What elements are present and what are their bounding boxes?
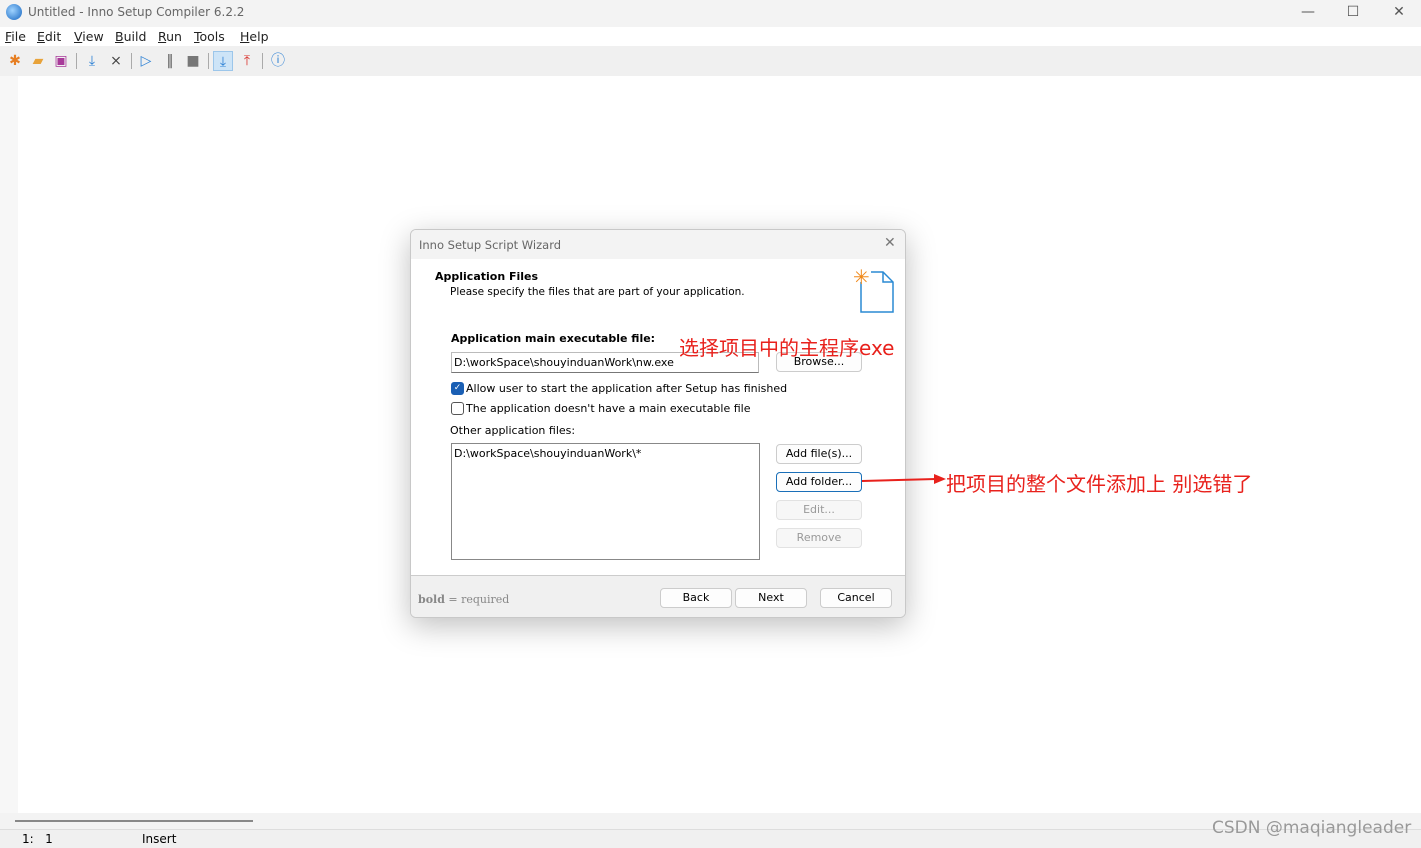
save-icon[interactable]: ▣ <box>51 51 71 71</box>
menu-help[interactable]: Help <box>240 29 269 44</box>
pause-icon[interactable]: ‖ <box>160 51 180 71</box>
minimize-button[interactable]: — <box>1285 0 1331 27</box>
maximize-button[interactable]: ☐ <box>1330 0 1376 27</box>
terminate-icon[interactable]: ■ <box>183 51 203 71</box>
page-heading: Application Files <box>435 270 539 283</box>
dialog-footer: bold = required Back Next Cancel <box>411 575 905 617</box>
edit-button[interactable]: Edit... <box>776 500 862 520</box>
menu-file[interactable]: File <box>5 29 26 44</box>
target-install-icon[interactable]: ⤓ <box>213 51 233 71</box>
watermark: CSDN @maqiangleader <box>1212 818 1412 838</box>
new-icon[interactable]: ✱ <box>5 51 25 71</box>
annotation-exe: 选择项目中的主程序exe <box>679 336 895 360</box>
toolbar-separator <box>208 53 209 69</box>
legend-text: = required <box>444 593 510 606</box>
cursor-position: 1: 1 <box>22 832 53 846</box>
other-files-label: Other application files: <box>450 424 576 437</box>
toolbar-separator <box>262 53 263 69</box>
add-folder-button[interactable]: Add folder... <box>776 472 862 492</box>
help-icon[interactable]: ⓘ <box>268 51 288 71</box>
cancel-button[interactable]: Cancel <box>820 588 892 608</box>
back-button[interactable]: Back <box>660 588 732 608</box>
app-logo-icon <box>6 4 22 20</box>
open-icon[interactable]: ▰ <box>28 51 48 71</box>
horizontal-scrollbar[interactable] <box>0 813 1421 829</box>
run-icon[interactable]: ▷ <box>136 51 156 71</box>
dialog-title-bar: Inno Setup Script Wizard ✕ <box>411 230 905 259</box>
main-exe-label: Application main executable file: <box>451 332 656 345</box>
close-button[interactable]: ✕ <box>1376 0 1421 27</box>
menu-tools[interactable]: Tools <box>194 29 225 44</box>
add-files-button[interactable]: Add file(s)... <box>776 444 862 464</box>
allow-start-label: Allow user to start the application afte… <box>466 382 788 395</box>
dialog-title: Inno Setup Script Wizard <box>419 238 562 252</box>
window-title: Untitled - Inno Setup Compiler 6.2.2 <box>28 5 245 19</box>
scrollbar-thumb[interactable] <box>15 820 253 822</box>
menu-build[interactable]: Build <box>115 29 146 44</box>
title-bar: Untitled - Inno Setup Compiler 6.2.2 — ☐… <box>0 0 1421 27</box>
remove-button[interactable]: Remove <box>776 528 862 548</box>
editor-gutter <box>0 76 18 813</box>
script-wizard-dialog: Inno Setup Script Wizard ✕ Application F… <box>410 229 906 618</box>
other-files-list[interactable]: D:\workSpace\shouyinduanWork\* <box>451 443 760 560</box>
insert-mode: Insert <box>142 832 177 846</box>
no-main-exe-checkbox[interactable] <box>451 402 464 415</box>
annotation-folder: 把项目的整个文件添加上 别选错了 <box>946 472 1253 496</box>
new-file-icon: ✳ <box>853 265 894 313</box>
compile-icon[interactable]: ⤓ <box>82 51 102 71</box>
no-main-exe-label: The application doesn't have a main exec… <box>466 402 751 415</box>
status-bar: 1: 1 Insert <box>0 829 1421 848</box>
menu-bar: File Edit View Build Run Tools Help <box>0 27 1421 46</box>
menu-edit[interactable]: Edit <box>37 29 61 44</box>
svg-text:✳: ✳ <box>853 268 870 289</box>
dialog-close-button[interactable]: ✕ <box>884 235 896 251</box>
next-button[interactable]: Next <box>735 588 807 608</box>
allow-start-checkbox[interactable]: ✓ <box>451 382 464 395</box>
toolbar: ✱ ▰ ▣ ⤓ ⨯ ▷ ‖ ■ ⤓ ⤒ ⓘ <box>0 46 1421 76</box>
menu-run[interactable]: Run <box>158 29 182 44</box>
target-uninstall-icon[interactable]: ⤒ <box>237 51 257 71</box>
legend-bold: bold <box>418 593 445 606</box>
list-item[interactable]: D:\workSpace\shouyinduanWork\* <box>454 447 757 460</box>
page-subheading: Please specify the files that are part o… <box>450 286 745 298</box>
toolbar-separator <box>76 53 77 69</box>
toolbar-separator <box>131 53 132 69</box>
annotation-arrow <box>861 474 946 484</box>
menu-view[interactable]: View <box>74 29 104 44</box>
stop-compile-icon[interactable]: ⨯ <box>106 51 126 71</box>
